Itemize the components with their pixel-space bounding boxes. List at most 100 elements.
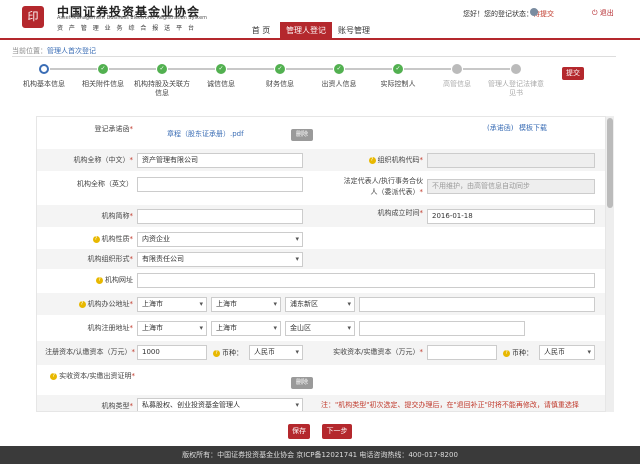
label-org-type: 机构类型* xyxy=(101,402,134,410)
step-label: 高管信息 xyxy=(443,80,471,88)
step-label: 管理人登记法律意见书 xyxy=(488,80,544,97)
step-label: 机构基本信息 xyxy=(23,80,65,88)
short-name-input[interactable] xyxy=(137,209,303,224)
help-icon: ? xyxy=(50,372,58,380)
form-row: ? 实收资本/实缴出资证明* 删除 xyxy=(37,367,605,393)
step-item[interactable]: 管理人登记法律意见书 xyxy=(486,64,546,98)
step-item[interactable]: 机构基本信息 xyxy=(14,64,74,89)
reg-province-select[interactable]: 上海市 xyxy=(137,321,207,336)
label-name-cn: 机构全称（中文）* xyxy=(73,156,134,164)
step-label: 财务信息 xyxy=(266,80,294,88)
org-type-note: 注："机构类型"初次选定、提交办理后，在"退回补正"时将不能再修改，请慎重选择 xyxy=(321,401,579,409)
org-form-select[interactable]: 有限责任公司 xyxy=(137,252,303,267)
label-reg-letter: 登记承诺函* xyxy=(94,125,134,133)
logout-link[interactable]: ⏻ 退出 xyxy=(592,8,614,18)
found-date-input[interactable]: 2016-01-18 xyxy=(427,209,595,224)
step-label: 出资人信息 xyxy=(321,80,357,88)
step-item[interactable]: ✓ 相关附件信息 xyxy=(73,64,133,89)
help-icon: ? xyxy=(92,235,100,243)
label-legal-rep: 法定代表人/执行事务合伙人（委派代表）* xyxy=(343,177,423,196)
save-button[interactable]: 保存 xyxy=(288,424,310,439)
form-row: 机构简称* 机构成立时间* 2016-01-18 xyxy=(37,205,605,227)
check-icon: ✓ xyxy=(98,64,108,74)
form-row: 登记承诺函* 章程（股东证承册）.pdf 删除 (承诺函) 模板下载 xyxy=(37,117,605,147)
step-label: 实际控制人 xyxy=(380,80,416,88)
org-type-select[interactable]: 私募股权、创业投资基金管理人 xyxy=(137,398,303,411)
divider xyxy=(12,56,616,57)
label-reg-currency: ? 币种： xyxy=(213,348,243,358)
reg-city-select[interactable]: 上海市 xyxy=(211,321,281,336)
form-row: 机构注册地址* 上海市 上海市 金山区 xyxy=(37,317,605,339)
form-row: ?机构办公地址* 上海市 上海市 浦东新区 xyxy=(37,293,605,315)
form-row: ? 机构性质* 内资企业 xyxy=(37,229,605,249)
office-district-select[interactable]: 浦东新区 xyxy=(285,297,355,312)
step-label: 机构持股及关联方信息 xyxy=(134,80,190,97)
label-found-date: 机构成立时间* xyxy=(377,209,424,217)
scrollbar-thumb[interactable] xyxy=(607,118,613,208)
paid-currency-select[interactable]: 人民币 xyxy=(539,345,595,360)
breadcrumb-current[interactable]: 管理人首次登记 xyxy=(47,47,96,55)
delete-file-button[interactable]: 删除 xyxy=(291,129,313,141)
label-reg-capital: 注册资本/认缴资本（万元）* xyxy=(45,348,135,356)
nature-select[interactable]: 内资企业 xyxy=(137,232,303,247)
check-icon: ✓ xyxy=(275,64,285,74)
office-detail-input[interactable] xyxy=(359,297,595,312)
footer: 版权所有：中国证券投资基金业协会 京ICP备12021741 电话咨询热线：40… xyxy=(0,446,640,464)
reg-detail-input[interactable] xyxy=(359,321,525,336)
reg-currency-select[interactable]: 人民币 xyxy=(249,345,303,360)
reg-capital-input[interactable]: 1000 xyxy=(137,345,207,360)
step-label: 诚信信息 xyxy=(207,80,235,88)
office-province-select[interactable]: 上海市 xyxy=(137,297,207,312)
label-org-form: 机构组织形式* xyxy=(87,255,134,263)
help-icon: ? xyxy=(368,156,376,164)
label-org-code: ? 组织机构代码* xyxy=(327,155,423,165)
name-cn-input[interactable]: 资产管理有限公司 xyxy=(137,153,303,168)
label-capital-proof: ? 实收资本/实缴出资证明* xyxy=(37,371,135,381)
form-actions: 保存 下一步 xyxy=(0,424,640,442)
label-reg-addr: 机构注册地址* xyxy=(87,324,134,332)
step-dot-icon xyxy=(511,64,521,74)
delete-proof-button[interactable]: 删除 xyxy=(291,377,313,389)
commit-letter-link[interactable]: (承诺函) xyxy=(487,123,513,133)
form-row: 机构全称（中文）* 资产管理有限公司 ? 组织机构代码* xyxy=(37,149,605,171)
help-icon: ? xyxy=(503,349,510,357)
label-paid-capital: 实收资本/实缴资本（万元）* xyxy=(333,348,423,356)
step-item[interactable]: ✓ 实际控制人 xyxy=(368,64,428,89)
nav-divider xyxy=(0,38,640,40)
label-office-addr: ? 机构办公地址* xyxy=(47,299,133,309)
label-name-en: 机构全称（英文） xyxy=(77,180,133,188)
step-item[interactable]: ✓ 财务信息 xyxy=(250,64,310,89)
template-download-link[interactable]: 模板下载 xyxy=(519,123,547,133)
paid-capital-input[interactable] xyxy=(427,345,497,360)
legal-rep-input: 不用维护，由高管信息自动同步 xyxy=(427,179,595,194)
label-nature: ? 机构性质* xyxy=(47,234,133,244)
file-link[interactable]: 章程（股东证承册）.pdf xyxy=(167,129,244,139)
office-city-select[interactable]: 上海市 xyxy=(211,297,281,312)
help-icon: ? xyxy=(213,349,220,357)
help-icon: ? xyxy=(96,276,103,284)
user-icon[interactable] xyxy=(530,8,538,16)
form-row: 机构全称（英文） 法定代表人/执行事务合伙人（委派代表）* 不用维护，由高管信息… xyxy=(37,173,605,203)
form-row: 机构类型* 私募股权、创业投资基金管理人 注："机构类型"初次选定、提交办理后，… xyxy=(37,395,605,411)
check-icon: ✓ xyxy=(157,64,167,74)
form-row: 注册资本/认缴资本（万元）* 1000 ?币种： 人民币 实收资本/实缴资本（万… xyxy=(37,341,605,365)
step-item[interactable]: ✓ 出资人信息 xyxy=(309,64,369,89)
label-paid-currency: ? 币种： xyxy=(503,348,533,358)
website-input[interactable] xyxy=(137,273,595,288)
form-row: 机构组织形式* 有限责任公司 xyxy=(37,249,605,269)
step-label: 相关附件信息 xyxy=(82,80,124,88)
reg-district-select[interactable]: 金山区 xyxy=(285,321,355,336)
check-icon: ✓ xyxy=(334,64,344,74)
label-short-name: 机构简称* xyxy=(101,212,134,220)
step-item[interactable]: ✓ 机构持股及关联方信息 xyxy=(132,64,192,98)
progress-steps: 机构基本信息 ✓ 相关附件信息 ✓ 机构持股及关联方信息 ✓ 诚信信息 ✓ 财务信息 ✓ 出资人信息… xyxy=(0,64,640,114)
name-en-input[interactable] xyxy=(137,177,303,192)
breadcrumb: 当前位置：管理人首次登记 xyxy=(12,47,96,55)
check-icon: ✓ xyxy=(393,64,403,74)
next-step-button[interactable]: 下一步 xyxy=(322,424,352,439)
org-code-input[interactable] xyxy=(427,153,595,168)
step-item[interactable]: ✓ 诚信信息 xyxy=(191,64,251,89)
label-website: ? 机构网址 xyxy=(47,275,133,285)
step-item[interactable]: 高管信息 xyxy=(427,64,487,89)
submit-button[interactable]: 提交 xyxy=(562,67,584,80)
